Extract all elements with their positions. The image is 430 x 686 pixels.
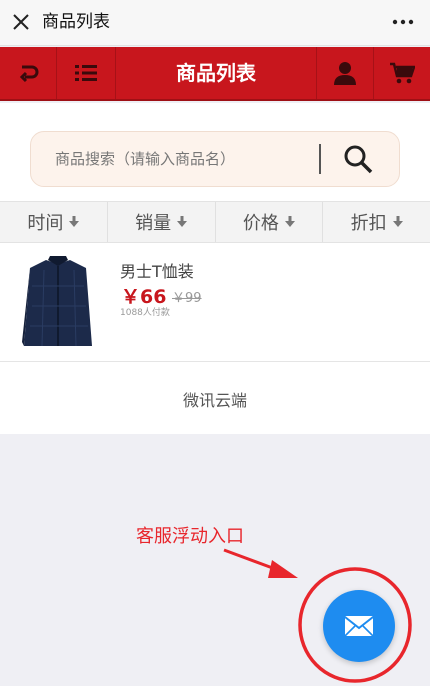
close-icon[interactable] xyxy=(10,11,32,33)
user-button[interactable] xyxy=(317,47,373,99)
arrow-down-icon xyxy=(392,216,403,227)
sort-label: 价格 xyxy=(242,213,279,234)
back-button[interactable] xyxy=(0,47,56,99)
annotation-label: 客服浮动入口 xyxy=(136,526,244,547)
product-item[interactable]: 男士T恤装 ￥66 ￥99 1088人付款 xyxy=(0,244,430,362)
arrow-down-icon xyxy=(284,216,295,227)
more-icon[interactable] xyxy=(390,11,416,33)
app-header: 商品列表 xyxy=(0,47,430,101)
mail-icon xyxy=(344,616,374,637)
sort-label: 时间 xyxy=(27,213,64,234)
arrow-down-icon xyxy=(177,216,188,227)
product-image[interactable] xyxy=(22,256,94,350)
search-bar[interactable]: 商品搜索（请输入商品名） xyxy=(30,131,400,187)
search-divider xyxy=(319,144,321,174)
list-menu-icon xyxy=(75,65,97,81)
content-panel: 商品搜索（请输入商品名） 时间 销量 价格 折扣 男士T恤装 ￥66 ￥99 1… xyxy=(0,103,430,434)
back-icon xyxy=(19,65,39,83)
user-icon xyxy=(334,62,356,85)
webview-title: 商品列表 xyxy=(42,12,110,32)
product-sold-count: 1088人付款 xyxy=(120,308,170,318)
sort-bar: 时间 销量 价格 折扣 xyxy=(0,201,430,243)
search-icon[interactable] xyxy=(343,144,373,174)
product-name[interactable]: 男士T恤装 xyxy=(120,258,194,282)
search-input[interactable]: 商品搜索（请输入商品名） xyxy=(55,132,235,186)
customer-service-button[interactable] xyxy=(323,590,395,662)
sort-by-price[interactable]: 价格 xyxy=(216,202,324,242)
arrow-down-icon xyxy=(69,216,80,227)
annotation-arrow-icon xyxy=(223,548,298,578)
cart-icon xyxy=(390,62,415,84)
product-original-price: ￥99 xyxy=(172,291,202,306)
footer-brand: 微讯云端 xyxy=(182,391,247,410)
sort-by-sales[interactable]: 销量 xyxy=(108,202,216,242)
page-title: 商品列表 xyxy=(176,61,256,85)
webview-top-bar: 商品列表 xyxy=(0,0,430,46)
sort-by-time[interactable]: 时间 xyxy=(0,202,108,242)
sort-label: 折扣 xyxy=(350,213,387,234)
cart-button[interactable] xyxy=(374,47,430,99)
sort-label: 销量 xyxy=(135,213,172,234)
menu-button[interactable] xyxy=(57,47,115,99)
sort-by-discount[interactable]: 折扣 xyxy=(323,202,430,242)
